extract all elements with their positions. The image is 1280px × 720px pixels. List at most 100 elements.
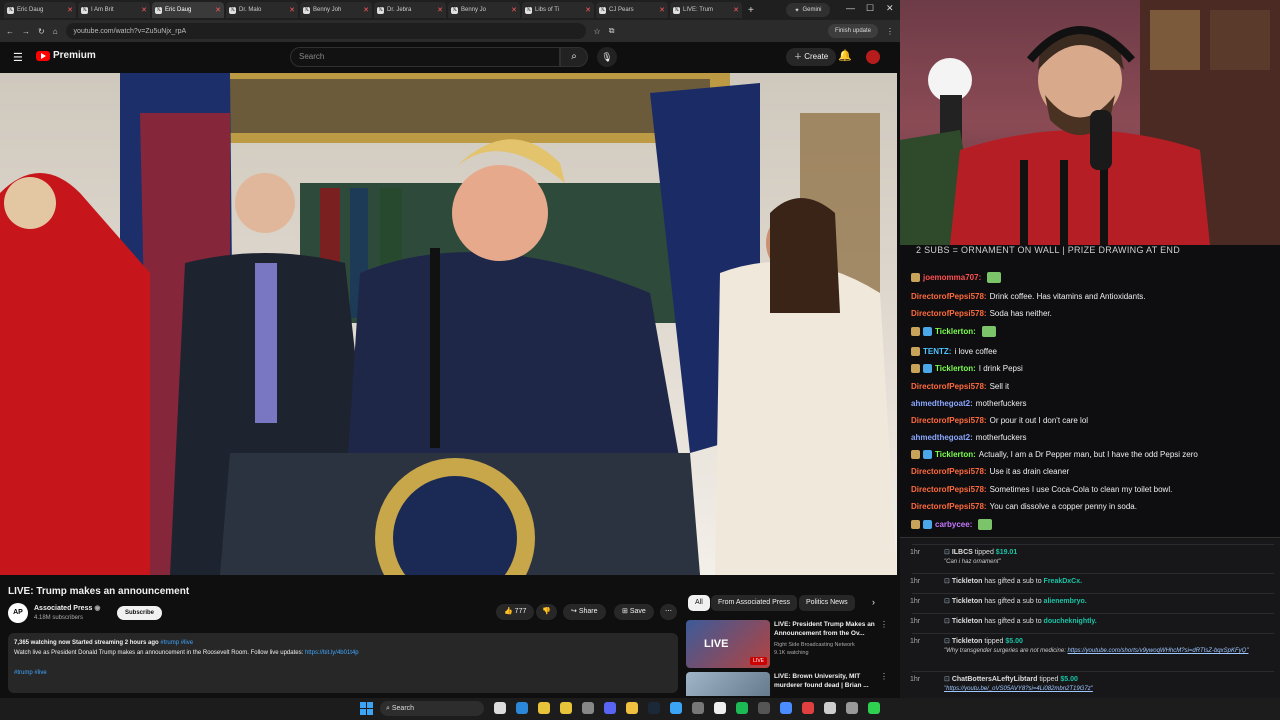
chrome-icon[interactable] <box>560 702 572 714</box>
close-tab-icon[interactable]: ✕ <box>585 6 591 14</box>
minimize-icon[interactable]: — <box>846 3 855 13</box>
close-tab-icon[interactable]: ✕ <box>289 6 295 14</box>
notifications-bell-icon[interactable]: 🔔 <box>838 49 852 62</box>
browser-tab[interactable]: 𝕏 Benny Jo ✕ <box>448 2 520 18</box>
recommended-video[interactable]: LIVE LIVE LIVE: President Trump Makes an… <box>686 620 888 670</box>
search-input[interactable]: Search <box>290 47 560 67</box>
chrome-icon[interactable] <box>538 702 550 714</box>
share-icon: ↪ <box>571 608 579 615</box>
emote-icon <box>981 325 996 337</box>
bookmark-star-icon[interactable]: ☆ <box>594 27 601 36</box>
hamburger-menu-icon[interactable]: ☰ <box>13 51 23 64</box>
youtube-logo[interactable]: Premium <box>36 50 96 61</box>
dislike-button[interactable]: 👎 <box>536 604 557 620</box>
account-avatar[interactable] <box>866 50 880 64</box>
close-window-icon[interactable]: ✕ <box>886 3 894 14</box>
chat-message: Ticklerton: I drink Pepsi <box>911 362 1023 374</box>
finish-update-button[interactable]: Finish update <box>827 24 878 38</box>
app-icon[interactable] <box>758 702 770 714</box>
extensions-icon[interactable]: ⧉ <box>609 26 615 36</box>
new-tab-icon[interactable]: + <box>748 5 754 16</box>
browser-tab[interactable]: 𝕏 Libs of Ti ✕ <box>522 2 594 18</box>
close-tab-icon[interactable]: ✕ <box>659 6 665 14</box>
app-icon[interactable] <box>846 702 858 714</box>
windows-start-icon[interactable] <box>360 702 373 715</box>
event-divider <box>912 593 1274 594</box>
emote-icon <box>987 271 1002 283</box>
home-icon[interactable]: ⌂ <box>53 27 58 36</box>
microphone-icon[interactable]: 🎙 <box>597 47 617 67</box>
close-tab-icon[interactable]: ✕ <box>511 6 517 14</box>
video-description[interactable]: 7,365 watching now Started streaming 2 h… <box>8 633 678 693</box>
webcam-frame <box>900 0 1280 245</box>
video-player[interactable] <box>0 73 897 575</box>
browser-tab[interactable]: 𝕏 Eric Daug ✕ <box>4 2 76 18</box>
sparkle-icon: ✦ <box>794 7 800 14</box>
edge-icon[interactable] <box>516 702 528 714</box>
tab-favicon-icon: 𝕏 <box>229 6 236 14</box>
browser-tab-strip: 𝕏 Eric Daug ✕ 𝕏 I Am Brit ✕ 𝕏 Eric Daug ✕ 𝕏 Dr. Ma… <box>0 0 900 20</box>
close-tab-icon[interactable]: ✕ <box>67 6 73 14</box>
task-view-icon[interactable] <box>494 702 506 714</box>
more-options-icon[interactable]: ⋮ <box>880 620 888 629</box>
close-tab-icon[interactable]: ✕ <box>733 6 739 14</box>
share-button[interactable]: ↪ Share <box>563 604 606 620</box>
spotify-icon[interactable] <box>736 702 748 714</box>
more-options-icon[interactable]: ⋮ <box>880 672 886 681</box>
browser-tab[interactable]: 𝕏 Eric Daug ✕ <box>152 2 224 18</box>
more-actions-icon[interactable]: ⋯ <box>660 604 677 620</box>
save-button[interactable]: ⊞ Save <box>614 604 654 620</box>
browser-tab[interactable]: 𝕏 Dr. Jebra ✕ <box>374 2 446 18</box>
channel-avatar[interactable]: AP <box>8 603 28 623</box>
maps-icon[interactable] <box>802 702 814 714</box>
channel-name[interactable]: Associated Press ◉ <box>34 604 100 612</box>
maximize-icon[interactable]: ☐ <box>866 3 874 14</box>
file-explorer-icon[interactable] <box>626 702 638 714</box>
browser-tab[interactable]: 𝕏 CJ Pears ✕ <box>596 2 668 18</box>
epic-icon[interactable] <box>714 702 726 714</box>
description-link[interactable]: https://bit.ly/4b01t4p <box>305 650 359 656</box>
steam-icon[interactable] <box>648 702 660 714</box>
taskbar-search[interactable]: ⌕ Search <box>380 701 484 716</box>
recommended-video[interactable]: LIVE: Brown University, MIT murderer fou… <box>686 672 886 696</box>
close-tab-icon[interactable]: ✕ <box>215 6 221 14</box>
back-icon[interactable]: ← <box>6 27 14 36</box>
menu-kebab-icon[interactable]: ⋮ <box>886 27 894 36</box>
bookmark-icon: ⊞ <box>622 608 630 615</box>
app-icon[interactable] <box>824 702 836 714</box>
browser-tab[interactable]: 𝕏 Dr. Malo ✕ <box>226 2 298 18</box>
address-bar-row: ← → ↻ ⌂ youtube.com/watch?v=Zu5uNjx_rpA … <box>0 20 900 42</box>
app-icon[interactable] <box>692 702 704 714</box>
browser-tab[interactable]: 𝕏 LIVE: Trum ✕ <box>670 2 742 18</box>
app-icon[interactable] <box>670 702 682 714</box>
close-tab-icon[interactable]: ✕ <box>141 6 147 14</box>
app-icon[interactable] <box>868 702 880 714</box>
like-button[interactable]: 👍 777 <box>496 604 535 620</box>
app-icon[interactable] <box>582 702 594 714</box>
search-icon[interactable]: ⌕ <box>560 47 588 67</box>
chat-badge-icon <box>911 363 920 373</box>
url-field[interactable]: youtube.com/watch?v=Zu5uNjx_rpA <box>65 23 586 39</box>
chip-all[interactable]: All <box>688 595 710 611</box>
reload-icon[interactable]: ↻ <box>38 27 45 36</box>
app-icon[interactable] <box>604 702 616 714</box>
video-frame <box>0 73 897 575</box>
streamer-webcam <box>900 0 1280 245</box>
stream-event: 1hr ⊡ ILBCS tipped $19.01 "Can i haz ornam… <box>910 549 1018 565</box>
close-tab-icon[interactable]: ✕ <box>363 6 369 14</box>
close-tab-icon[interactable]: ✕ <box>437 6 443 14</box>
chevron-right-icon[interactable]: › <box>872 597 875 607</box>
create-button[interactable]: ＋ Create <box>786 48 837 66</box>
forward-icon[interactable]: → <box>22 27 30 36</box>
chip-politics-news[interactable]: Politics News <box>799 595 855 611</box>
subscribe-button[interactable]: Subscribe <box>117 606 163 620</box>
event-icon: ⊡ <box>944 578 952 585</box>
gemini-button[interactable]: ✦ Gemini <box>786 3 830 17</box>
chip-from-associated-press[interactable]: From Associated Press <box>711 595 797 611</box>
video-thumbnail <box>686 672 770 696</box>
browser-tab[interactable]: 𝕏 Benny Joh ✕ <box>300 2 372 18</box>
thumbs-down-icon: 👎 <box>542 608 551 615</box>
video-thumbnail: LIVE LIVE <box>686 620 770 668</box>
app-icon[interactable] <box>780 702 792 714</box>
browser-tab[interactable]: 𝕏I Am Brit ✕ <box>78 2 150 18</box>
